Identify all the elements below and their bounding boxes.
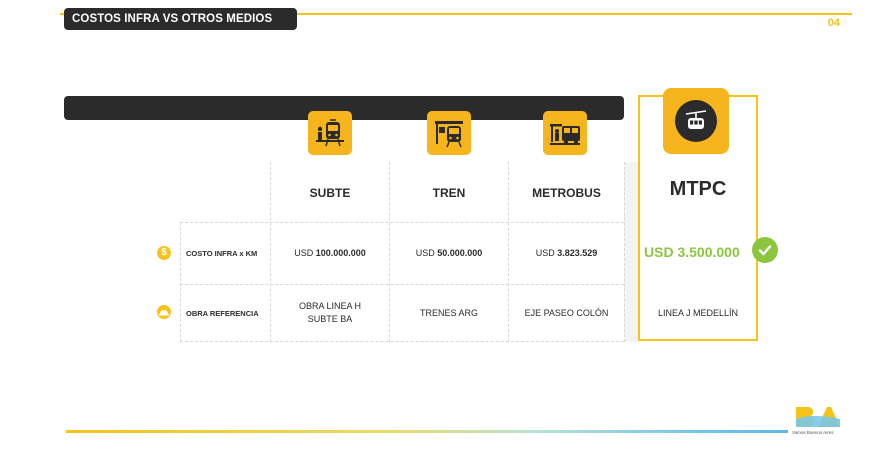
row-label-costo: COSTO INFRA x KM	[186, 249, 258, 258]
mtpc-column-shade	[624, 162, 638, 342]
grid-line	[180, 341, 624, 342]
column-header-mtpc: MTPC	[669, 178, 727, 200]
obra-cell-mtpc: LINEA J MEDELLÍN	[657, 308, 739, 318]
column-header-metrobus: METROBUS	[532, 186, 601, 200]
cost-cell-metrobus: USD 3.823.529	[535, 248, 598, 258]
cost-cell-subte: USD 100.000.000	[294, 248, 366, 258]
obra-cell-subte: OBRA LINEA H SUBTE BA	[298, 301, 362, 324]
row-label-obra: OBRA REFERENCIA	[186, 309, 259, 318]
train-icon	[427, 111, 471, 155]
column-header-tren: TREN	[432, 186, 466, 200]
grid-line	[180, 222, 624, 223]
slide-title: COSTOS INFRA VS OTROS MEDIOS	[64, 8, 297, 30]
cost-cell-tren: USD 50.000.000	[415, 248, 483, 258]
ba-logo	[794, 405, 842, 429]
check-icon	[752, 237, 778, 263]
obra-cell-metrobus: EJE PASEO COLÓN	[524, 308, 609, 318]
page-number: 04	[827, 17, 840, 29]
bus-icon	[543, 111, 587, 155]
cost-cell-mtpc: USD 3.500.000	[644, 244, 740, 260]
dollar-icon: $	[157, 246, 171, 260]
cable-car-icon	[663, 88, 729, 154]
grid-line	[624, 162, 625, 342]
ba-tagline: Vamos Buenos Aires	[792, 430, 834, 435]
obra-cell-tren: TRENES ARG	[419, 308, 478, 318]
hard-hat-icon	[157, 305, 171, 319]
column-header-subte: SUBTE	[309, 186, 351, 200]
grid-line	[180, 284, 624, 285]
subway-icon	[308, 111, 352, 155]
grid-line	[180, 222, 181, 342]
footer-rule	[66, 430, 788, 433]
